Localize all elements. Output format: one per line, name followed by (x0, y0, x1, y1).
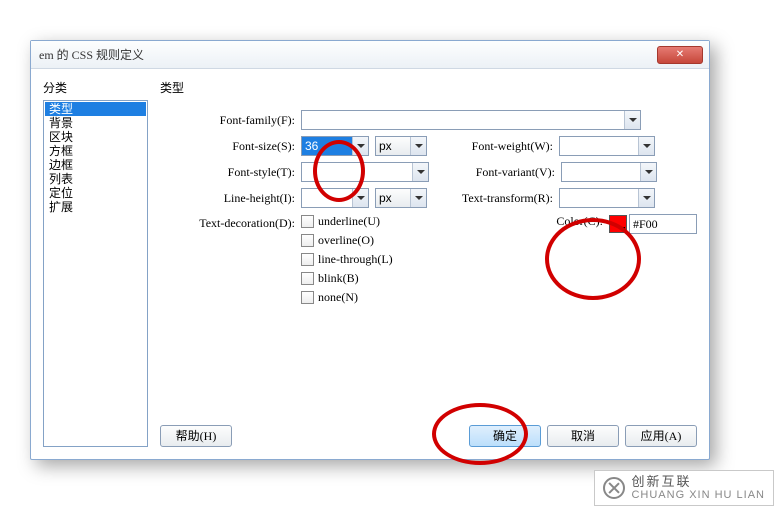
category-item-list[interactable]: 列表 (45, 172, 146, 186)
category-item-type[interactable]: 类型 (45, 102, 146, 116)
category-heading: 分类 (43, 79, 148, 96)
properties-column: 类型 Font-family(F): Font-size(S): 36 (160, 79, 697, 447)
check-underline[interactable]: underline(U) (301, 214, 393, 229)
button-row: 帮助(H) 确定 取消 应用(A) (160, 415, 697, 447)
label-font-weight: Font-weight(W): (433, 139, 553, 154)
label-text-decoration: Text-decoration(D): (160, 214, 295, 305)
input-font-style[interactable] (301, 162, 429, 182)
input-text-transform[interactable] (559, 188, 655, 208)
input-font-weight[interactable] (559, 136, 655, 156)
check-line-through[interactable]: line-through(L) (301, 252, 393, 267)
dialog-window: em 的 CSS 规则定义 ✕ 分类 类型 背景 区块 方框 边框 列表 定位 … (30, 40, 710, 460)
chevron-down-icon (410, 137, 426, 155)
select-line-height-unit[interactable]: px (375, 188, 427, 208)
watermark-logo-icon (603, 477, 625, 499)
section-heading: 类型 (160, 79, 697, 96)
checkbox-icon (301, 291, 314, 304)
label-color: Color(C): (507, 214, 603, 229)
chevron-down-icon (352, 189, 368, 207)
cancel-button[interactable]: 取消 (547, 425, 619, 447)
select-font-size-unit[interactable]: px (375, 136, 427, 156)
input-font-variant[interactable] (561, 162, 657, 182)
chevron-down-icon (638, 189, 654, 207)
category-item-background[interactable]: 背景 (45, 116, 146, 130)
input-font-size[interactable]: 36 (301, 136, 369, 156)
color-field: #F00 (609, 214, 697, 234)
row-line-height-transform: Line-height(I): px Text-transform(R): (160, 188, 697, 208)
check-overline[interactable]: overline(O) (301, 233, 393, 248)
titlebar: em 的 CSS 规则定义 ✕ (31, 41, 709, 69)
input-line-height[interactable] (301, 188, 369, 208)
category-item-extension[interactable]: 扩展 (45, 200, 146, 214)
input-color-hex[interactable]: #F00 (629, 214, 697, 234)
check-none[interactable]: none(N) (301, 290, 393, 305)
category-item-block[interactable]: 区块 (45, 130, 146, 144)
label-text-transform: Text-transform(R): (433, 191, 553, 206)
label-font-style: Font-style(T): (160, 165, 295, 180)
chevron-down-icon (638, 137, 654, 155)
chevron-down-icon (624, 111, 640, 129)
form-area: Font-family(F): Font-size(S): 36 px (160, 110, 697, 415)
chevron-down-icon (412, 163, 428, 181)
ok-button[interactable]: 确定 (469, 425, 541, 447)
close-icon: ✕ (676, 49, 684, 60)
help-button[interactable]: 帮助(H) (160, 425, 232, 447)
label-line-height: Line-height(I): (160, 191, 295, 206)
dialog-body: 分类 类型 背景 区块 方框 边框 列表 定位 扩展 类型 Font-famil… (31, 69, 709, 459)
checkbox-icon (301, 215, 314, 228)
checkbox-icon (301, 272, 314, 285)
window-title: em 的 CSS 规则定义 (39, 46, 657, 63)
row-font-style-variant: Font-style(T): Font-variant(V): (160, 162, 697, 182)
chevron-down-icon (640, 163, 656, 181)
label-font-variant: Font-variant(V): (435, 165, 555, 180)
category-item-border[interactable]: 边框 (45, 158, 146, 172)
category-item-box[interactable]: 方框 (45, 144, 146, 158)
category-listbox[interactable]: 类型 背景 区块 方框 边框 列表 定位 扩展 (43, 100, 148, 447)
watermark: 创新互联 CHUANG XIN HU LIAN (594, 470, 774, 506)
chevron-down-icon (410, 189, 426, 207)
decoration-options: underline(U) overline(O) line-through(L)… (301, 214, 393, 305)
apply-button[interactable]: 应用(A) (625, 425, 697, 447)
label-font-size: Font-size(S): (160, 139, 295, 154)
checkbox-icon (301, 234, 314, 247)
close-button[interactable]: ✕ (657, 46, 703, 64)
category-item-position[interactable]: 定位 (45, 186, 146, 200)
row-decoration-color: Text-decoration(D): underline(U) overlin… (160, 214, 697, 305)
watermark-en: CHUANG XIN HU LIAN (631, 489, 765, 501)
input-font-family[interactable] (301, 110, 641, 130)
row-font-family: Font-family(F): (160, 110, 697, 130)
color-swatch[interactable] (609, 215, 627, 233)
chevron-down-icon (352, 137, 368, 155)
check-blink[interactable]: blink(B) (301, 271, 393, 286)
row-font-size-weight: Font-size(S): 36 px Font-weight(W): (160, 136, 697, 156)
watermark-cn: 创新互联 (631, 475, 765, 489)
label-font-family: Font-family(F): (160, 113, 295, 128)
category-column: 分类 类型 背景 区块 方框 边框 列表 定位 扩展 (43, 79, 148, 447)
checkbox-icon (301, 253, 314, 266)
